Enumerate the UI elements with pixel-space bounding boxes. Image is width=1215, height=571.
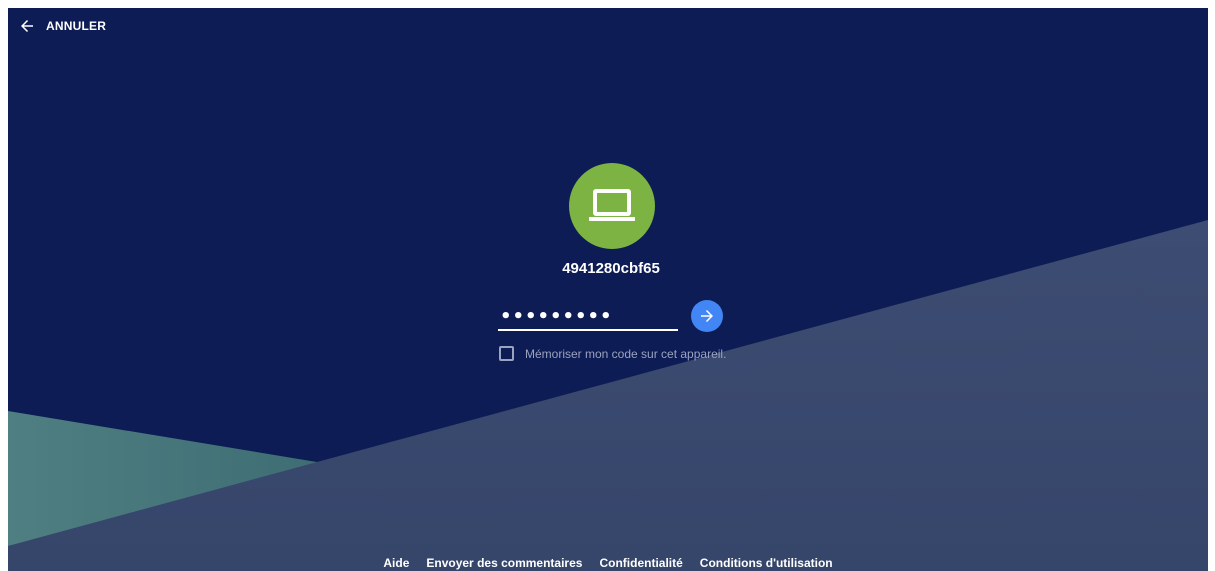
feedback-link[interactable]: Envoyer des commentaires [426, 556, 582, 570]
pin-login-screen: ANNULER 4941280cbf65 Mémoriser mon code … [8, 8, 1208, 571]
cancel-label: ANNULER [46, 19, 107, 33]
arrow-left-icon [21, 20, 33, 32]
pin-input[interactable] [498, 305, 682, 327]
remember-checkbox[interactable] [499, 346, 514, 361]
submit-button[interactable] [691, 300, 723, 332]
background-shapes [8, 220, 1208, 571]
arrow-right-icon [701, 310, 713, 322]
device-name: 4941280cbf65 [562, 260, 660, 277]
remember-label: Mémoriser mon code sur cet appareil. [525, 346, 727, 361]
pin-field [498, 305, 682, 331]
help-link[interactable]: Aide [383, 556, 409, 570]
footer-links: Aide Envoyer des commentaires Confidenti… [8, 556, 1208, 570]
privacy-link[interactable]: Confidentialité [599, 556, 682, 570]
remember-option: Mémoriser mon code sur cet appareil. [499, 346, 726, 361]
terms-link[interactable]: Conditions d'utilisation [700, 556, 833, 570]
laptop-icon [589, 189, 635, 221]
avatar [569, 163, 655, 249]
cancel-button[interactable]: ANNULER [18, 16, 106, 36]
